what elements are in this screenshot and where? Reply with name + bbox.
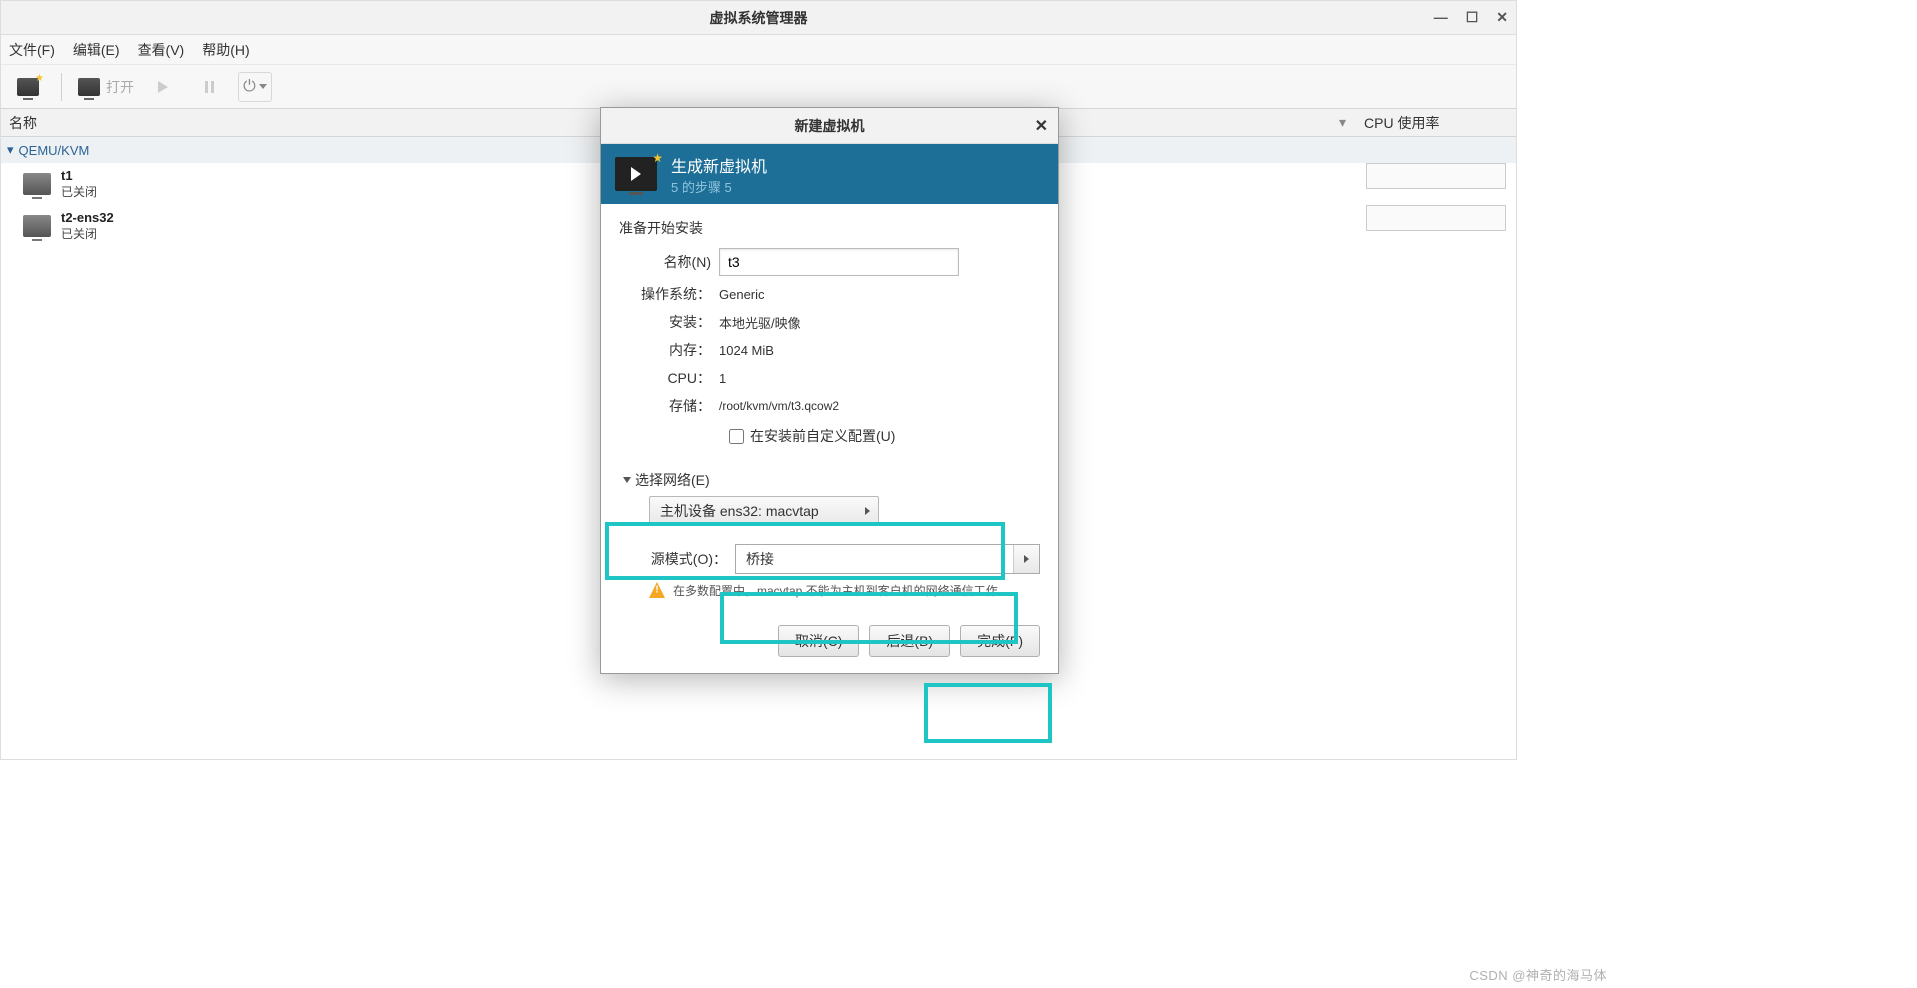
source-mode-value: 桥接 [736,549,1013,569]
menu-file[interactable]: 文件(F) [9,40,55,60]
minimize-icon[interactable]: — [1434,9,1448,26]
storage-value: /root/kvm/vm/t3.qcow2 [719,399,839,413]
storage-label: 存储： [619,396,719,416]
close-icon[interactable]: ✕ [1035,116,1048,136]
network-device-value: 主机设备 ens32: macvtap [660,501,819,521]
menu-help[interactable]: 帮助(H) [202,40,249,60]
chevron-down-icon: ▾ [1339,114,1346,131]
os-label: 操作系统： [619,284,719,304]
menubar: 文件(F) 编辑(E) 查看(V) 帮助(H) [1,35,1516,65]
close-icon[interactable]: ✕ [1496,9,1508,26]
network-device-combo[interactable]: 主机设备 ens32: macvtap [649,496,879,526]
vm-icon [23,215,51,237]
dialog-body: 准备开始安装 名称(N) 操作系统：Generic 安装：本地光驱/映像 内存：… [601,204,1058,611]
warning-text: 在多数配置中，macvtap 不能为主机到客户机的网络通信工作。 [673,582,1010,599]
column-cpu[interactable]: CPU 使用率 [1356,113,1516,133]
os-value: Generic [719,287,765,302]
connection-label: QEMU/KVM [19,143,90,158]
cpu-value: 1 [719,371,726,386]
new-vm-button[interactable] [11,72,45,102]
cpu-usage-cell [1366,205,1506,231]
maximize-icon[interactable]: ☐ [1466,9,1479,26]
name-label: 名称(N) [619,252,719,272]
vm-name: t1 [61,168,97,183]
customize-label: 在安装前自定义配置(U) [750,426,895,446]
open-label: 打开 [106,77,134,97]
dialog-title: 新建虚拟机 [795,116,865,136]
shutdown-button[interactable]: ⏻ [238,72,272,102]
step-label: 5 的步骤 5 [671,177,767,196]
chevron-right-icon [1013,545,1039,573]
open-button[interactable]: 打开 [78,77,134,97]
source-mode-label: 源模式(O)： [619,549,735,569]
source-mode-combo[interactable]: 桥接 [735,544,1040,574]
vm-state: 已关闭 [61,225,114,242]
menu-view[interactable]: 查看(V) [138,40,185,60]
dialog-buttons: 取消(C) 后退(B) 完成(F) [601,611,1058,673]
install-label: 安装： [619,312,719,332]
vm-state: 已关闭 [61,183,97,200]
vm-name: t2-ens32 [61,210,114,225]
cancel-button[interactable]: 取消(C) [778,625,859,657]
install-value: 本地光驱/映像 [719,313,801,332]
mem-value: 1024 MiB [719,343,774,358]
warning-icon [649,582,665,598]
run-button[interactable] [146,72,180,102]
dialog-titlebar: 新建虚拟机 ✕ [601,108,1058,144]
window-title: 虚拟系统管理器 [710,8,808,28]
mem-label: 内存： [619,340,719,360]
titlebar: 虚拟系统管理器 — ☐ ✕ [1,1,1516,35]
new-vm-dialog: 新建虚拟机 ✕ ★ 生成新虚拟机 5 的步骤 5 准备开始安装 名称(N) 操作… [600,107,1059,674]
menu-edit[interactable]: 编辑(E) [73,40,120,60]
cpu-label: CPU： [619,368,719,388]
finish-button[interactable]: 完成(F) [960,625,1040,657]
section-title: 准备开始安装 [619,218,1040,238]
toolbar: 打开 ⏻ [1,65,1516,109]
header-title: 生成新虚拟机 [671,153,767,177]
cpu-usage-cell [1366,163,1506,189]
chevron-down-icon: ▾ [7,142,14,158]
chevron-down-icon [623,477,631,483]
network-expander[interactable]: 选择网络(E) [619,470,1040,490]
vm-wizard-icon: ★ [615,157,657,191]
customize-checkbox[interactable] [729,429,744,444]
vm-icon [23,173,51,195]
name-input[interactable] [719,248,959,276]
macvtap-warning: 在多数配置中，macvtap 不能为主机到客户机的网络通信工作。 [619,582,1040,599]
network-expand-label: 选择网络(E) [635,470,710,490]
separator [61,73,62,101]
watermark: CSDN @神奇的海马体 [1469,965,1607,984]
dialog-header: ★ 生成新虚拟机 5 的步骤 5 [601,144,1058,204]
back-button[interactable]: 后退(B) [869,625,950,657]
chevron-right-icon [865,507,870,515]
pause-button[interactable] [192,72,226,102]
